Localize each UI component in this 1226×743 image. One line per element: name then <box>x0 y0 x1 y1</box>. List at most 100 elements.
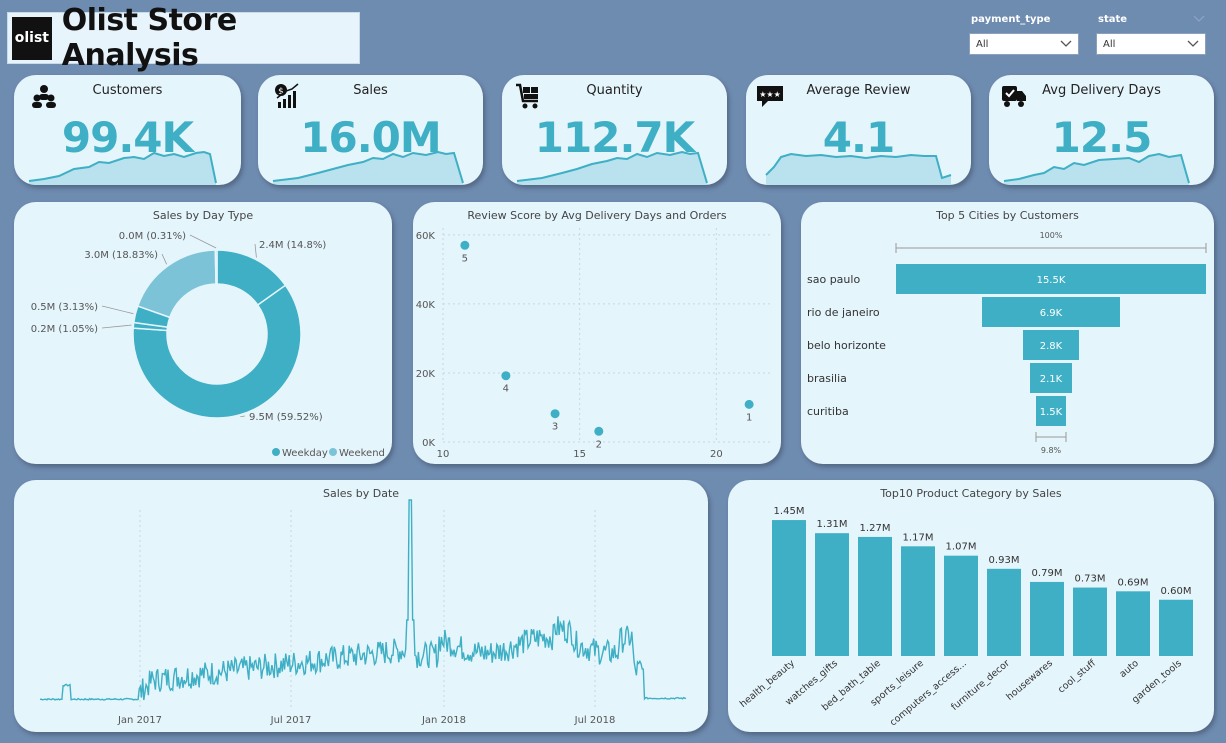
olist-logo: olist <box>12 16 52 60</box>
x-tick-label: 10 <box>437 449 450 460</box>
slice-label: 0.2M (1.05%) <box>31 324 98 335</box>
state-value: All <box>1103 38 1116 50</box>
kpi-card-quantity[interactable]: Quantity 112.7K <box>502 75 727 185</box>
leader-line <box>101 305 134 315</box>
chart-title: Sales by Day Type <box>152 209 254 222</box>
leader-line <box>101 324 132 329</box>
funnel-value-label: 2.8K <box>1040 341 1063 352</box>
x-tick-label: 20 <box>710 449 723 460</box>
payment-type-dropdown[interactable]: All <box>969 33 1079 55</box>
slice-label: 0.0M (0.31%) <box>119 231 186 242</box>
scatter-point[interactable] <box>744 399 754 409</box>
funnel-chart[interactable]: 100% 15.5K sao paulo 6.9K rio de janeiro 2.8K… <box>801 202 1214 464</box>
category-bar[interactable] <box>772 520 806 656</box>
title-banner: olist Olist Store Analysis <box>7 3 360 73</box>
category-bar[interactable] <box>944 555 978 656</box>
category-bar[interactable] <box>858 536 892 656</box>
funnel-value-label: 6.9K <box>1040 308 1063 319</box>
point-label: 5 <box>462 253 468 264</box>
category-bar[interactable] <box>1116 591 1150 656</box>
line-chart[interactable]: Jan 2017 Jul 2017 Jan 2018 Jul 2018 <box>14 480 708 732</box>
donut-chart[interactable]: 2.4M (14.8%) 9.5M (59.52%) 0.2M (1.05%) 0.5… <box>14 202 392 464</box>
point-label: 1 <box>746 412 752 423</box>
y-tick-label: 20K <box>416 369 436 380</box>
chart-title: Top10 Product Category by Sales <box>880 487 1062 500</box>
top-cities-funnel-card[interactable]: Top 5 Cities by Customers 100% 15.5K sao p… <box>801 202 1214 464</box>
sales-line-series[interactable] <box>39 499 687 701</box>
chart-title: Review Score by Avg Delivery Days and Or… <box>467 209 727 222</box>
y-tick-label: 0K <box>422 438 435 449</box>
leader-line <box>189 234 217 249</box>
review-score-scatter-card[interactable]: Review Score by Avg Delivery Days and Or… <box>413 202 781 464</box>
kpi-label: Sales <box>353 83 388 98</box>
slicer-menu-chevron-icon[interactable] <box>1193 15 1205 23</box>
scatter-point[interactable] <box>460 240 470 250</box>
scatter-point[interactable] <box>594 426 604 436</box>
category-bar[interactable] <box>815 533 849 656</box>
category-label: housewares <box>1004 658 1055 703</box>
chart-title: Sales by Date <box>322 487 400 500</box>
bar-value-label: 0.60M <box>1161 586 1192 597</box>
y-tick-label: 60K <box>416 231 436 242</box>
bar-value-label: 1.07M <box>946 542 977 553</box>
payment-type-value: All <box>976 38 989 50</box>
category-bar[interactable] <box>901 546 935 656</box>
sales-by-date-card[interactable]: Sales by Date Jan 2017 Jul 2017 Jan 2018 Ju… <box>14 480 708 732</box>
sales-by-day-type-card[interactable]: Sales by Day Type 2.4M (14.8%) 9.5M (59.5… <box>14 202 392 464</box>
bar-value-label: 0.79M <box>1032 568 1063 579</box>
funnel-category-label: belo horizonte <box>807 339 886 352</box>
kpi-card-customers[interactable]: Customers 99.4K <box>14 75 241 185</box>
point-label: 4 <box>503 384 509 395</box>
sparkline <box>1003 152 1190 185</box>
kpi-card-avg-delivery-days[interactable]: Avg Delivery Days 12.5 <box>989 75 1214 185</box>
point-label: 2 <box>596 439 602 450</box>
kpi-label: Average Review <box>806 83 911 98</box>
legend-label[interactable]: Weekday <box>282 448 328 459</box>
category-label: computers_access... <box>888 658 969 729</box>
funnel-category-label: rio de janeiro <box>807 306 880 319</box>
funnel-value-label: 15.5K <box>1037 275 1066 286</box>
top-product-category-card[interactable]: Top10 Product Category by Sales 1.45M hea… <box>728 480 1214 732</box>
donut-slice[interactable] <box>214 249 218 285</box>
funnel-value-label: 2.1K <box>1040 374 1063 385</box>
category-bar[interactable] <box>1073 587 1107 656</box>
category-bar[interactable] <box>1159 599 1193 656</box>
bar-value-label: 1.17M <box>903 532 934 543</box>
funnel-top-label: 100% <box>1040 231 1063 240</box>
kpi-card-sales[interactable]: $ Sales 16.0M <box>258 75 483 185</box>
scatter-chart[interactable]: 0K 20K 40K 60K 10 15 20 5 4 3 2 1 <box>413 202 781 464</box>
scatter-point[interactable] <box>501 371 511 381</box>
x-tick-label: Jul 2018 <box>574 715 616 726</box>
x-tick-label: Jan 2018 <box>421 715 466 726</box>
kpi-label: Quantity <box>586 83 643 98</box>
column-chart[interactable]: 1.45Mhealth_beauty1.31Mwatches_gifts1.27… <box>728 480 1214 732</box>
sparkline <box>516 150 708 185</box>
state-dropdown[interactable]: All <box>1096 33 1206 55</box>
funnel-value-label: 1.5K <box>1040 407 1063 418</box>
category-label: cool_stuff <box>1056 658 1098 696</box>
sparkline <box>28 150 217 185</box>
point-label: 3 <box>552 422 558 433</box>
legend-marker <box>329 448 337 456</box>
funnel-category-label: curitiba <box>807 405 849 418</box>
funnel-category-label: brasilia <box>807 372 847 385</box>
state-label: state <box>1098 14 1128 25</box>
chevron-down-icon <box>1060 40 1072 47</box>
funnel-bottom-label: 9.8% <box>1041 446 1062 455</box>
scatter-point[interactable] <box>550 409 560 419</box>
x-tick-label: Jan 2017 <box>117 715 162 726</box>
category-bar[interactable] <box>987 568 1021 656</box>
category-bar[interactable] <box>1030 581 1064 656</box>
slice-label: 2.4M (14.8%) <box>259 240 326 251</box>
leader-line <box>161 253 167 265</box>
bar-value-label: 0.93M <box>989 555 1020 566</box>
chart-title: Top 5 Cities by Customers <box>936 209 1079 222</box>
bar-value-label: 0.73M <box>1075 574 1106 585</box>
leader-line <box>240 415 246 418</box>
kpi-card-average-review[interactable]: ★★★ Average Review 4.1 <box>746 75 971 185</box>
payment-type-label: payment_type <box>971 14 1051 25</box>
page-title: Olist Store Analysis <box>61 3 237 73</box>
legend-label[interactable]: Weekend <box>339 448 385 459</box>
bar-value-label: 1.31M <box>817 519 848 530</box>
slice-label: 9.5M (59.52%) <box>249 412 323 423</box>
